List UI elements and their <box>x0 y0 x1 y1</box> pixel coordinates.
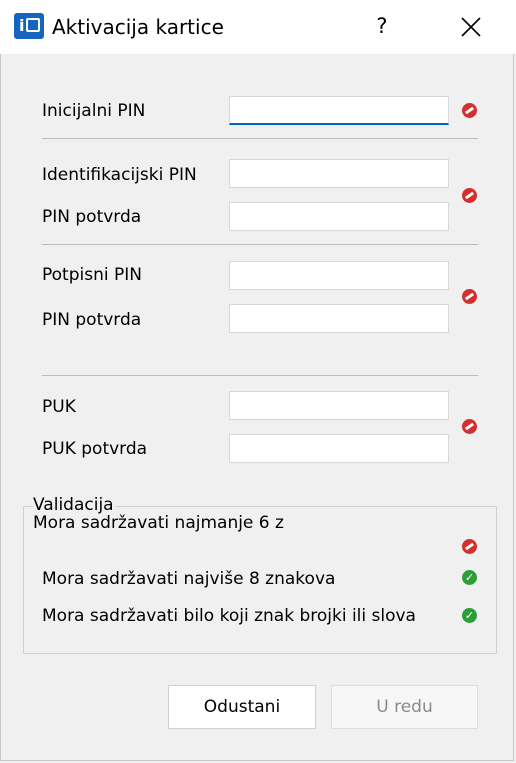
close-button[interactable] <box>456 12 486 42</box>
app-logo-letter: i <box>19 16 25 35</box>
check-icon: ✓ <box>462 570 477 585</box>
validation-rule-text: Mora sadržavati najmanje 6 z <box>33 513 284 533</box>
validation-rule-text: Mora sadržavati bilo koji znak brojki il… <box>42 606 416 626</box>
puk-confirm-input[interactable] <box>229 434 449 463</box>
identification-confirm-label: PIN potvrda <box>42 207 142 227</box>
app-logo-icon: i <box>14 13 44 39</box>
initial-pin-input[interactable] <box>229 96 449 125</box>
puk-confirm-label: PUK potvrda <box>42 439 148 459</box>
identification-confirm-input[interactable] <box>229 202 449 231</box>
check-icon: ✓ <box>462 608 477 623</box>
title-bar: i Aktivacija kartice ? <box>0 0 516 54</box>
signing-pin-label: Potpisni PIN <box>42 265 142 285</box>
validation-error-icon <box>462 539 477 554</box>
signing-confirm-label: PIN potvrda <box>42 310 142 330</box>
ok-button[interactable]: U redu <box>331 685 478 729</box>
separator <box>42 244 478 245</box>
initial-pin-error-icon <box>462 103 477 118</box>
signing-error-icon <box>462 289 477 304</box>
puk-label: PUK <box>42 397 76 417</box>
validation-rule-text: Mora sadržavati najviše 8 znakova <box>42 569 336 589</box>
signing-confirm-input[interactable] <box>229 304 449 333</box>
cancel-button[interactable]: Odustani <box>168 685 316 729</box>
separator <box>42 138 478 139</box>
initial-pin-label: Inicijalni PIN <box>42 101 146 121</box>
puk-input[interactable] <box>229 391 449 420</box>
signing-pin-input[interactable] <box>229 261 449 290</box>
puk-error-icon <box>462 419 477 434</box>
identification-pin-input[interactable] <box>229 159 449 188</box>
identification-error-icon <box>462 188 477 203</box>
window-title: Aktivacija kartice <box>52 15 224 39</box>
close-icon <box>461 17 481 37</box>
separator <box>42 375 478 376</box>
help-button[interactable]: ? <box>368 12 396 40</box>
identification-pin-label: Identifikacijski PIN <box>42 165 197 185</box>
